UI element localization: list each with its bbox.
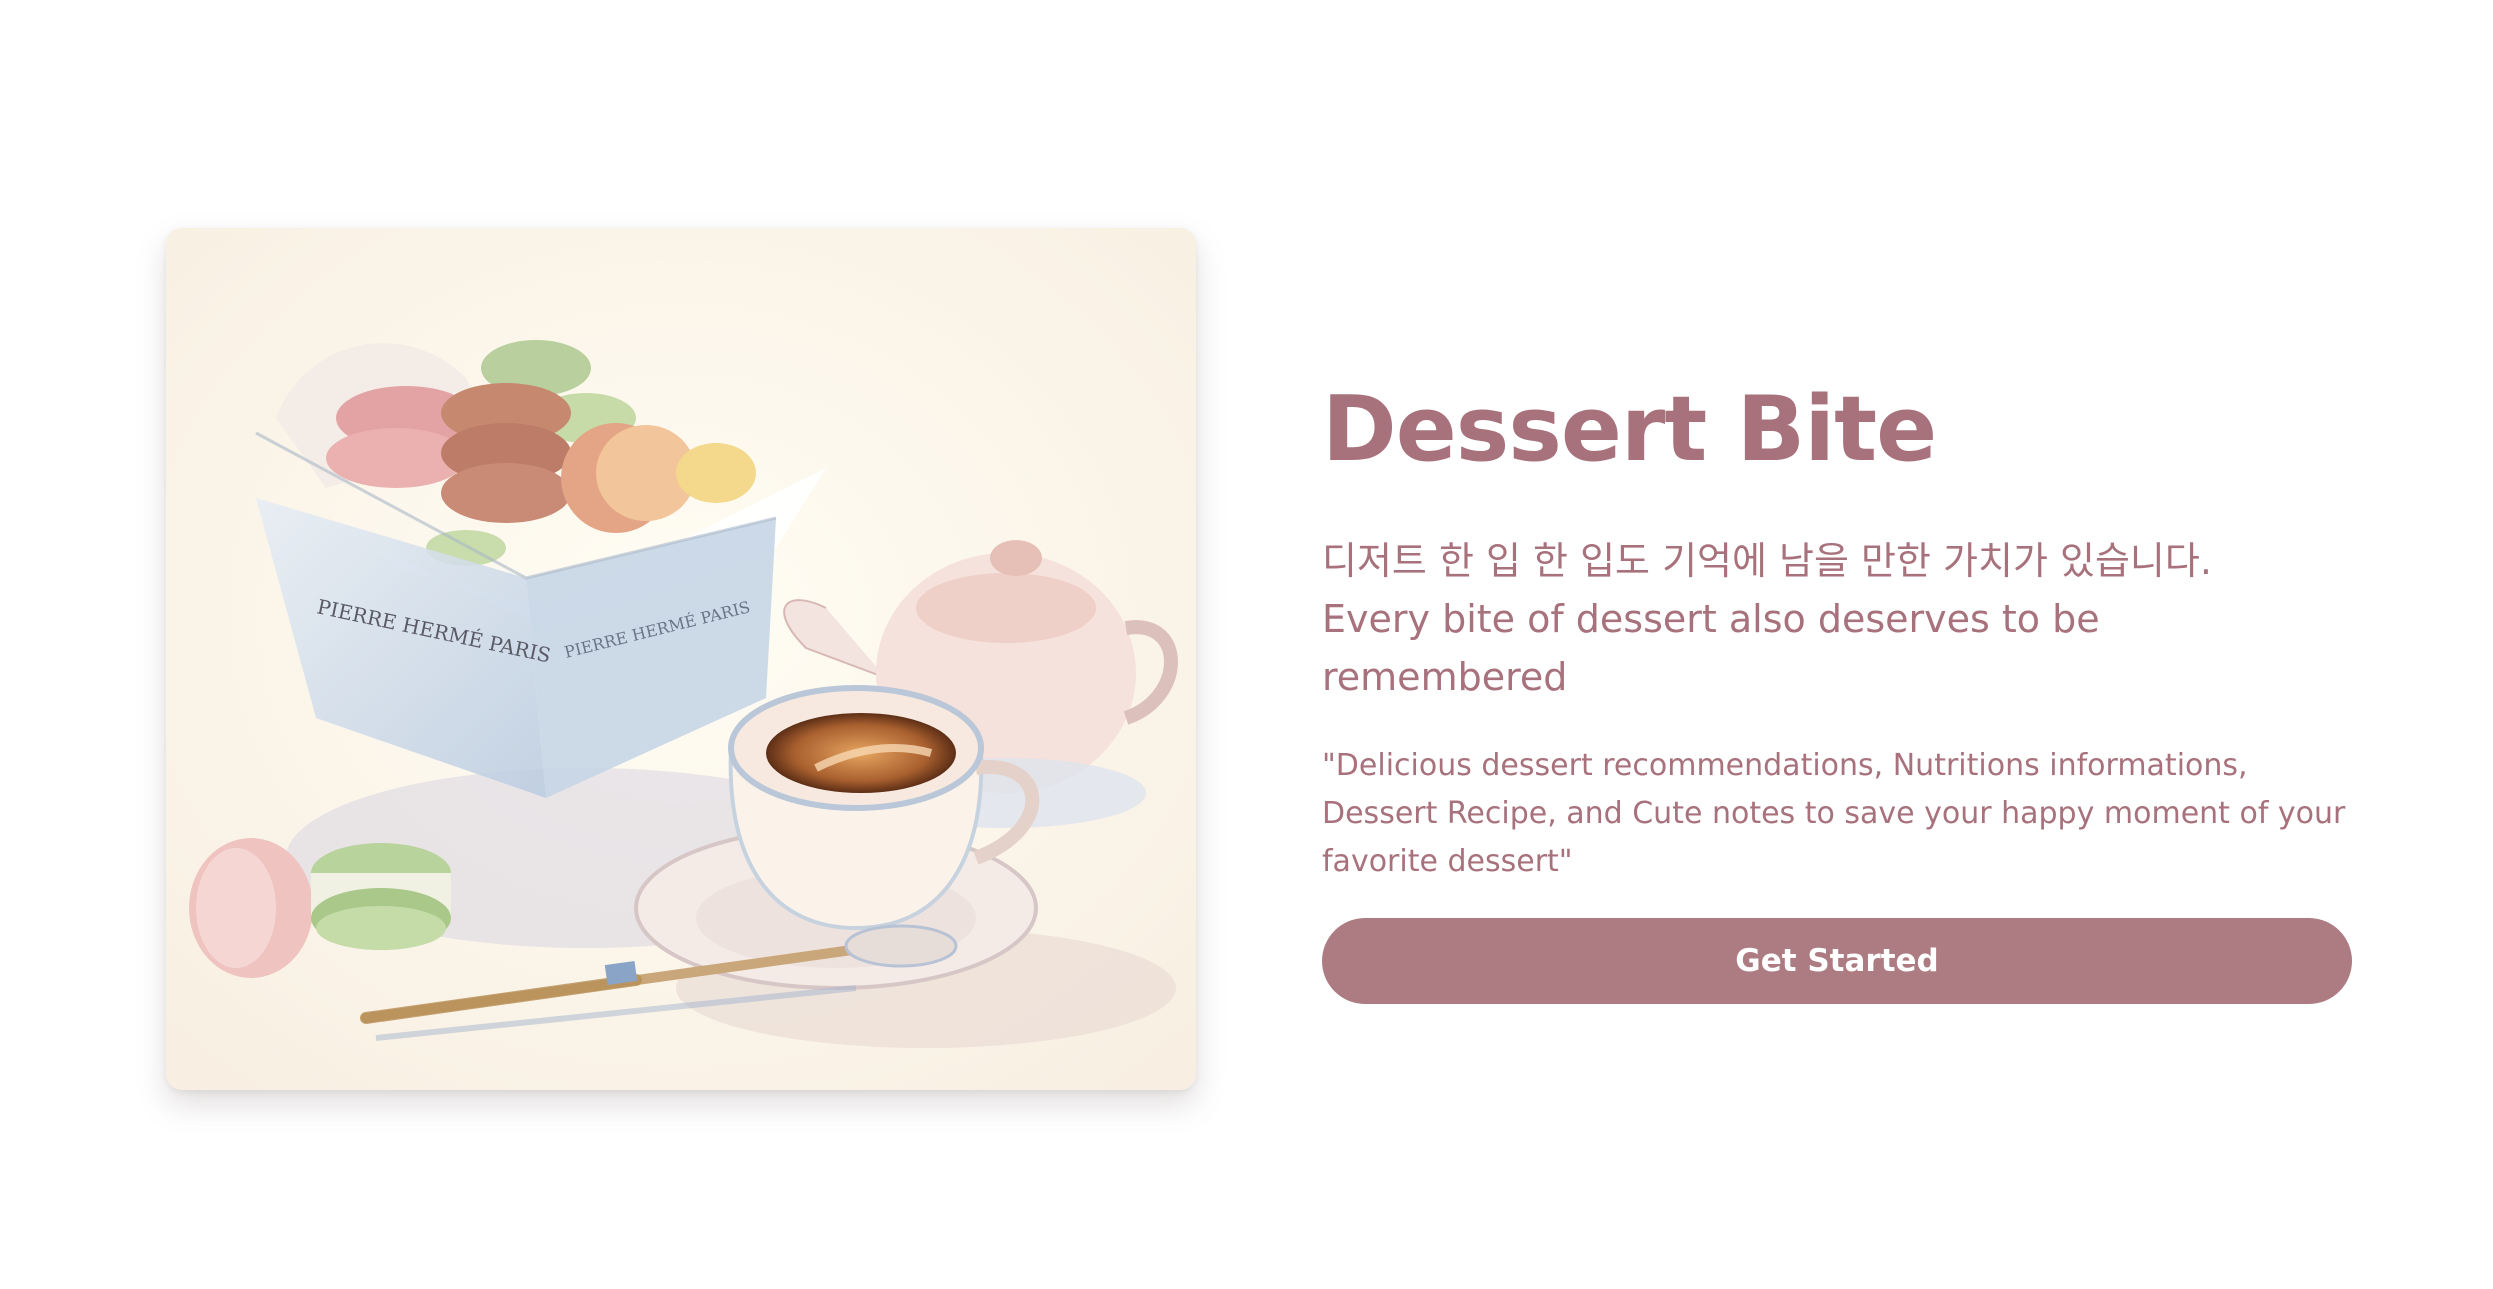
tagline: 디저트 한 입 한 입도 기억에 남을 만한 가치가 있습니다. Every b… <box>1322 532 2352 706</box>
dessert-illustration: PIERRE HERMÉ PARIS PIERRE HERMÉ PARIS <box>166 228 1196 1090</box>
page-title: Dessert Bite <box>1322 377 1937 482</box>
tagline-korean: 디저트 한 입 한 입도 기억에 남을 만한 가치가 있습니다. <box>1322 539 2212 583</box>
hero-content: Dessert Bite 디저트 한 입 한 입도 기억에 남을 만한 가치가 … <box>1322 370 2352 1004</box>
landing-page: PIERRE HERMÉ PARIS PIERRE HERMÉ PARIS De… <box>0 0 2493 1289</box>
feature-description: "Delicious dessert recommendations, Nutr… <box>1322 748 2346 879</box>
hero-watercolor-image: PIERRE HERMÉ PARIS PIERRE HERMÉ PARIS <box>166 228 1196 1090</box>
get-started-button[interactable]: Get Started <box>1322 918 2352 1004</box>
tagline-english: Every bite of dessert also deserves to b… <box>1322 597 2100 699</box>
